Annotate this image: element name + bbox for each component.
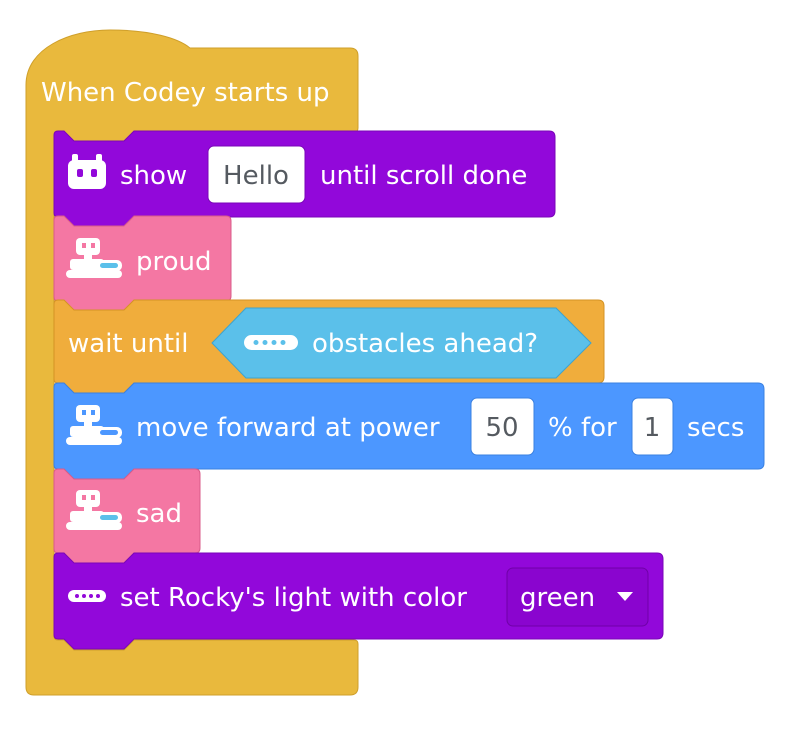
proud-emotion-block[interactable]: proud <box>53 215 232 312</box>
message-input[interactable]: Hello <box>207 145 306 204</box>
rocky-sensor-icon <box>68 590 106 602</box>
wait-until-block[interactable]: wait until obstacles ahead? <box>53 299 605 394</box>
color-dropdown[interactable]: green <box>506 567 649 627</box>
power-input[interactable]: 50 <box>470 397 535 456</box>
obstacles-ahead-label: obstacles ahead? <box>312 329 538 359</box>
secs-label: secs <box>687 413 744 443</box>
move-forward-block[interactable]: move forward at power 50 % for 1 secs <box>53 382 765 480</box>
proud-label: proud <box>136 247 212 277</box>
wait-until-label: wait until <box>68 329 188 359</box>
rocky-sensor-icon <box>244 335 298 350</box>
move-forward-label: move forward at power <box>136 413 440 443</box>
hat-block-label: When Codey starts up <box>41 78 330 108</box>
set-rocky-light-block[interactable]: set Rocky's light with color green <box>53 552 664 650</box>
seconds-input[interactable]: 1 <box>631 397 674 456</box>
show-text-block[interactable]: show Hello until scroll done <box>53 130 556 228</box>
until-scroll-done-label: until scroll done <box>320 161 527 191</box>
show-label: show <box>120 161 187 191</box>
obstacles-ahead-condition[interactable]: obstacles ahead? <box>211 307 592 379</box>
sad-label: sad <box>136 499 182 529</box>
percent-for-label: % for <box>548 413 617 443</box>
power-input-value: 50 <box>485 413 518 443</box>
set-rocky-light-label: set Rocky's light with color <box>120 583 467 613</box>
seconds-input-value: 1 <box>644 413 661 443</box>
message-input-value: Hello <box>223 161 289 191</box>
sad-emotion-block[interactable]: sad <box>53 468 201 564</box>
color-dropdown-value: green <box>520 583 595 613</box>
